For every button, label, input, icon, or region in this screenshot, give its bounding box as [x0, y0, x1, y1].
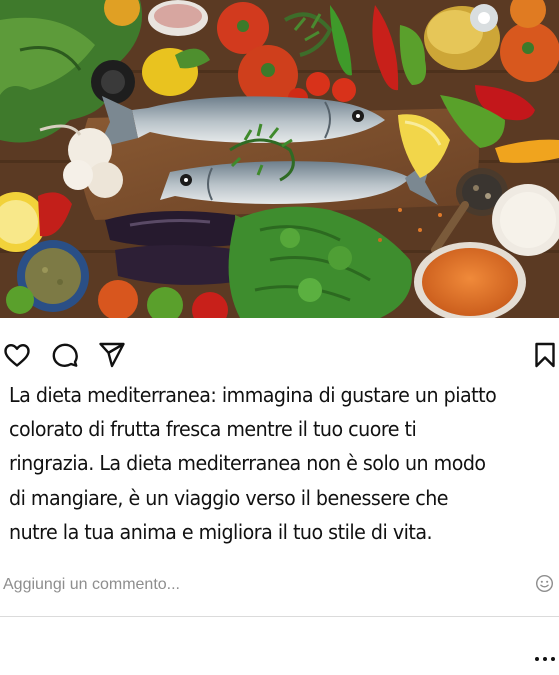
more-dots-icon[interactable]	[534, 654, 556, 664]
comment-bubble-icon[interactable]	[50, 340, 80, 370]
bookmark-outline-icon[interactable]	[530, 340, 559, 370]
divider	[0, 616, 559, 617]
mediterranean-food-image	[0, 0, 559, 318]
comment-row	[0, 568, 559, 602]
post-caption: La dieta mediterranea: immagina di gusta…	[9, 378, 552, 549]
paper-plane-icon[interactable]	[97, 340, 127, 370]
caption-line: colorato di frutta fresca mentre il tuo …	[9, 417, 417, 442]
caption-line: ringrazia. La dieta mediterranea non è s…	[9, 451, 486, 476]
comment-input[interactable]	[3, 572, 503, 598]
post-photo[interactable]	[0, 0, 559, 318]
post-action-bar	[0, 332, 559, 376]
caption-line: di mangiare, è un viaggio verso il benes…	[9, 485, 449, 510]
caption-line: nutre la tua anima e migliora il tuo sti…	[9, 519, 433, 544]
caption-line: La dieta mediterranea: immagina di gusta…	[9, 383, 497, 407]
heart-outline-icon[interactable]	[2, 340, 32, 370]
smiley-icon[interactable]	[535, 574, 554, 593]
